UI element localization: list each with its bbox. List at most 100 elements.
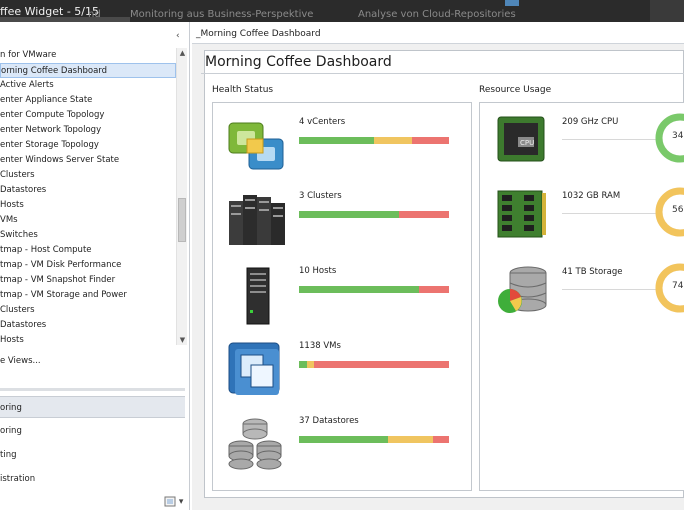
tree-item[interactable]: tmap - VM Disk Performance — [0, 258, 176, 273]
resource-divider — [562, 139, 662, 140]
tree-item[interactable]: enter Appliance State — [0, 93, 176, 108]
tree-item[interactable]: enter Network Topology — [0, 123, 176, 138]
resource-label: 1032 GB RAM — [562, 191, 621, 201]
vcenter-icon — [228, 122, 284, 170]
tree-item[interactable]: Hosts — [0, 333, 176, 348]
vm-icon — [228, 342, 280, 395]
workspace-button[interactable]: oring — [0, 420, 185, 442]
tree-item[interactable]: Datastores — [0, 318, 176, 333]
window-title: ffee Widget - 5/15 — [0, 5, 100, 18]
dashboard: Morning Coffee Dashboard Health Status 4… — [201, 50, 684, 498]
resource-label: 41 TB Storage — [562, 267, 623, 277]
health-row[interactable]: 10 Hosts — [213, 266, 469, 336]
health-label: 1138 VMs — [299, 341, 341, 351]
breadcrumb-bar: _Morning Coffee Dashboard — [192, 22, 684, 44]
tree-item[interactable]: VMs — [0, 213, 176, 228]
health-bar-segment — [299, 361, 307, 368]
scroll-down-icon[interactable]: ▼ — [178, 336, 187, 344]
health-bar-segment — [299, 137, 374, 144]
vm-icon-wrap — [227, 341, 287, 401]
datastore-icon-wrap — [227, 416, 287, 476]
workspace-button[interactable]: oring — [0, 396, 185, 418]
tree-item[interactable]: enter Compute Topology — [0, 108, 176, 123]
health-bar-segment — [374, 137, 412, 144]
cpu-icon: CPU — [497, 116, 545, 162]
tree-item[interactable]: Clusters — [0, 168, 176, 183]
background-tab-2[interactable]: Analyse von Cloud-Repositories — [358, 9, 516, 20]
health-bar — [299, 361, 449, 368]
svg-text:CPU: CPU — [520, 139, 534, 147]
vcenter-icon-wrap — [227, 117, 287, 177]
app-window: ffee Widget - 5/15 nd Monitoring aus Bus… — [0, 0, 684, 510]
health-bar-segment — [432, 436, 449, 443]
usage-gauge: 56 — [652, 186, 684, 238]
tree-item[interactable]: Hosts — [0, 198, 176, 213]
tree-item[interactable]: Switches — [0, 228, 176, 243]
health-bar-segment — [314, 361, 449, 368]
health-row[interactable]: 37 Datastores — [213, 416, 469, 486]
resource-divider — [562, 289, 662, 290]
resource-usage-label: Resource Usage — [479, 85, 552, 95]
resource-row[interactable]: 41 TB Storage 74 — [480, 263, 684, 335]
more-views-link[interactable]: e Views... — [0, 356, 41, 366]
tree-item[interactable]: tmap - VM Snapshot Finder — [0, 273, 176, 288]
storage-icon-wrap — [494, 265, 552, 315]
tree-item[interactable]: enter Storage Topology — [0, 138, 176, 153]
health-bar — [299, 137, 449, 144]
cpu-icon-wrap: CPU — [494, 115, 552, 165]
window-controls[interactable] — [650, 0, 684, 22]
tree-item[interactable]: Active Alerts — [0, 78, 176, 93]
health-bar-segment — [419, 286, 449, 293]
ram-icon — [497, 190, 546, 238]
tree-item[interactable]: enter Windows Server State — [0, 153, 176, 168]
health-bar-segment — [399, 211, 449, 218]
main-area: _Morning Coffee Dashboard Morning Coffee… — [192, 22, 684, 510]
health-label: 37 Datastores — [299, 416, 359, 426]
title-divider — [201, 73, 684, 74]
title-bar: ffee Widget - 5/15 nd Monitoring aus Bus… — [0, 0, 684, 22]
tree-item[interactable]: n for VMware — [0, 48, 176, 63]
page-title: Morning Coffee Dashboard — [205, 54, 392, 70]
host-icon-wrap — [227, 266, 287, 326]
health-bar — [299, 211, 449, 218]
resource-row[interactable]: 1032 GB RAM 56 — [480, 187, 684, 259]
health-bar — [299, 436, 449, 443]
ram-icon-wrap — [494, 189, 552, 239]
resource-row[interactable]: CPU 209 GHz CPU 34 — [480, 113, 684, 185]
health-status-panel: 4 vCenters 3 Clusters 10 Hosts 1138 VMs 37 D… — [212, 102, 472, 491]
health-label: 4 vCenters — [299, 117, 346, 127]
view-tree: n for VMware orning Coffee Dashboard Activ… — [0, 48, 176, 348]
scroll-thumb[interactable] — [178, 198, 186, 242]
tree-scrollbar[interactable]: ▲ ▼ — [176, 48, 187, 345]
gauge-value: 74 — [672, 281, 684, 291]
tab-accent — [505, 0, 519, 6]
health-bar-segment — [299, 211, 400, 218]
workspace-button[interactable]: istration — [0, 468, 185, 490]
health-bar — [299, 286, 449, 293]
workspace-button[interactable]: ting — [0, 444, 185, 466]
resource-usage-panel: CPU 209 GHz CPU 34 1032 GB RAM 56 41 TB Stora… — [479, 102, 684, 491]
tree-item[interactable]: Datastores — [0, 183, 176, 198]
configure-buttons[interactable]: ▾ — [164, 496, 183, 507]
breadcrumb: _Morning Coffee Dashboard — [196, 29, 321, 39]
configure-buttons-icon[interactable] — [164, 496, 176, 507]
tree-item[interactable]: tmap - Host Compute — [0, 243, 176, 258]
health-row[interactable]: 1138 VMs — [213, 341, 469, 411]
cluster-icon-wrap — [227, 191, 287, 251]
datastore-icon — [228, 418, 282, 470]
health-row[interactable]: 3 Clusters — [213, 191, 469, 261]
nav-splitter[interactable] — [0, 388, 185, 391]
health-row[interactable]: 4 vCenters — [213, 117, 469, 187]
navigation-pane: ‹ n for VMware orning Coffee Dashboard Act… — [0, 22, 190, 510]
cluster-icon — [229, 195, 285, 245]
gauge-value: 56 — [672, 205, 684, 215]
health-bar-segment — [411, 137, 449, 144]
scroll-up-icon[interactable]: ▲ — [178, 49, 187, 57]
tree-item[interactable]: orning Coffee Dashboard — [0, 63, 176, 78]
usage-gauge: 74 — [652, 262, 684, 314]
background-tab-1[interactable]: Monitoring aus Business-Perspektive — [130, 9, 313, 20]
collapse-pane-button[interactable]: ‹ — [176, 31, 180, 41]
tree-item[interactable]: tmap - VM Storage and Power — [0, 288, 176, 303]
tree-item[interactable]: Clusters — [0, 303, 176, 318]
chevron-down-icon[interactable]: ▾ — [179, 497, 184, 507]
